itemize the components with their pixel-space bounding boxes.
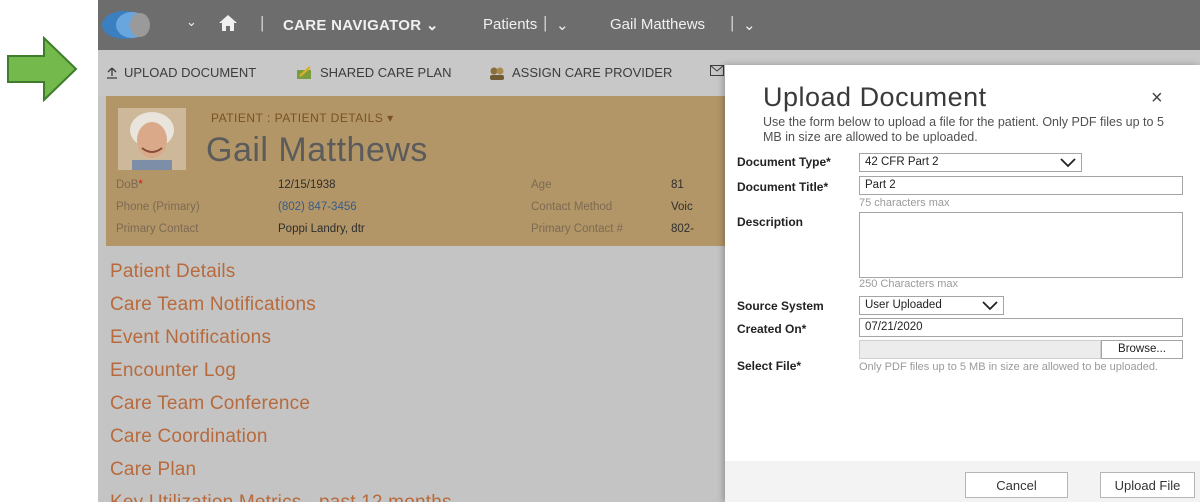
select-file-label: Select File*: [737, 359, 802, 373]
link-care-team-conference[interactable]: Care Team Conference: [110, 393, 310, 415]
link-care-plan[interactable]: Care Plan: [110, 459, 196, 481]
patient-summary-card: PATIENT : PATIENT DETAILS ▾ Gail Matthew…: [106, 96, 726, 246]
document-title-input[interactable]: Part 2: [859, 176, 1183, 195]
age-label: Age: [531, 179, 552, 191]
primary-contact-label: Primary Contact: [116, 223, 199, 235]
upload-document-dialog: Upload Document × Use the form below to …: [725, 65, 1200, 502]
age-value: 81: [671, 179, 684, 191]
dialog-title: Upload Document: [763, 82, 987, 112]
source-system-value: User Uploaded: [865, 299, 942, 311]
chevron-down-icon: [1060, 157, 1076, 167]
care-navigator-menu[interactable]: CARE NAVIGATOR ⌄: [283, 16, 439, 34]
dob-label: DoB*: [116, 179, 143, 191]
source-system-label: Source System: [737, 299, 824, 313]
description-char-limit-hint: 250 Characters max: [859, 278, 959, 290]
chevron-down-icon[interactable]: ⌄: [186, 14, 197, 30]
primary-contact-number-label: Primary Contact #: [531, 223, 624, 235]
created-on-label: Created On*: [737, 322, 807, 336]
chevron-down-icon: [982, 300, 998, 310]
document-title-label: Document Title*: [737, 180, 829, 194]
screenshot-frame: ⌄ | CARE NAVIGATOR ⌄ Patients | ⌄ Gail M…: [0, 0, 1200, 502]
green-arrow-icon: [7, 36, 78, 102]
dialog-instructions: Use the form below to upload a file for …: [763, 115, 1164, 144]
message-button[interactable]: [710, 65, 724, 76]
contact-method-label: Contact Method: [531, 201, 613, 213]
phone-link[interactable]: (802) 847-3456: [278, 201, 357, 213]
breadcrumb[interactable]: PATIENT : PATIENT DETAILS ▾: [211, 111, 394, 125]
assign-care-provider-label: ASSIGN CARE PROVIDER: [512, 65, 673, 80]
nav-separator: |: [260, 13, 265, 32]
link-key-utilization-metrics[interactable]: Key Utilization Metrics - past 12 months: [110, 492, 452, 502]
mail-icon: [710, 65, 724, 76]
description-textarea[interactable]: [859, 212, 1183, 278]
link-encounter-log[interactable]: Encounter Log: [110, 360, 236, 382]
description-label: Description: [737, 215, 804, 229]
document-type-select[interactable]: 42 CFR Part 2: [859, 153, 1082, 172]
close-icon[interactable]: ×: [1151, 87, 1163, 110]
app-logo-icon[interactable]: [102, 10, 150, 40]
title-char-limit-hint: 75 characters max: [859, 197, 950, 209]
dob-value: 12/15/1938: [278, 179, 336, 191]
users-icon: [490, 67, 504, 80]
patient-record-menu[interactable]: Gail Matthews: [610, 16, 705, 33]
top-navigation-bar: ⌄ | CARE NAVIGATOR ⌄ Patients | ⌄ Gail M…: [98, 0, 1200, 50]
link-patient-details[interactable]: Patient Details: [110, 261, 236, 283]
upload-document-button[interactable]: UPLOAD DOCUMENT: [106, 65, 256, 80]
shared-care-plan-label: SHARED CARE PLAN: [320, 65, 452, 80]
upload-icon: [107, 67, 117, 79]
link-event-notifications[interactable]: Event Notifications: [110, 327, 271, 349]
nav-separator: |: [730, 13, 735, 32]
home-icon[interactable]: [218, 13, 238, 33]
shared-care-plan-button[interactable]: SHARED CARE PLAN: [296, 65, 451, 80]
primary-contact-value: Poppi Landry, dtr: [278, 223, 365, 235]
upload-document-label: UPLOAD DOCUMENT: [124, 65, 257, 80]
nav-separator: |: [543, 13, 548, 32]
record-chevron-icon[interactable]: ⌄: [743, 16, 756, 34]
phone-label: Phone (Primary): [116, 201, 200, 213]
assign-care-provider-button[interactable]: ASSIGN CARE PROVIDER: [488, 65, 672, 80]
upload-file-button[interactable]: Upload File: [1100, 472, 1195, 498]
contact-method-value: Voic: [671, 201, 693, 213]
patient-name: Gail Matthews: [206, 131, 428, 169]
patient-avatar: [118, 108, 186, 170]
patients-menu[interactable]: Patients: [483, 16, 537, 33]
patients-chevron-icon[interactable]: ⌄: [556, 16, 569, 34]
file-size-hint: Only PDF files up to 5 MB in size are al…: [859, 361, 1158, 373]
care-plan-icon: [297, 65, 311, 79]
cancel-button[interactable]: Cancel: [965, 472, 1068, 498]
browse-button[interactable]: Browse...: [1101, 340, 1183, 359]
link-care-coordination[interactable]: Care Coordination: [110, 426, 268, 448]
primary-contact-number-value: 802-: [671, 223, 695, 235]
created-on-input[interactable]: 07/21/2020: [859, 318, 1183, 337]
file-path-field: [859, 340, 1101, 359]
document-type-label: Document Type*: [737, 155, 831, 169]
source-system-select[interactable]: User Uploaded: [859, 296, 1004, 315]
link-care-team-notifications[interactable]: Care Team Notifications: [110, 294, 316, 316]
document-type-value: 42 CFR Part 2: [865, 156, 939, 168]
